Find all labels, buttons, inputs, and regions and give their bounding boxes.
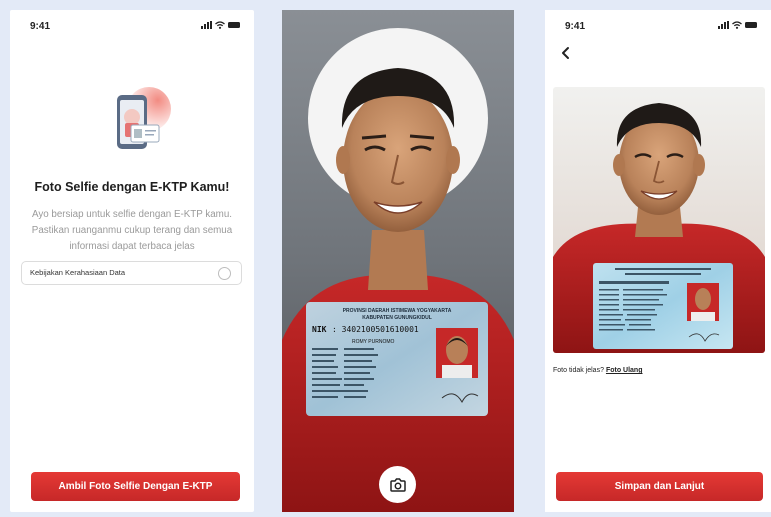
- retake-link[interactable]: Foto Ulang: [606, 367, 643, 374]
- card-name: ROMY PURNOMO: [352, 339, 395, 345]
- save-continue-button[interactable]: Simpan dan Lanjut: [556, 472, 763, 501]
- instruction-text: Ayo bersiap untuk selfie dengan E-KTP ka…: [31, 209, 233, 252]
- card-nik: : 3402100501610001: [332, 325, 419, 334]
- status-time: 9:41: [565, 21, 586, 32]
- captured-selfie-photo: [553, 87, 765, 353]
- status-icons: [201, 21, 240, 29]
- take-selfie-button[interactable]: Ambil Foto Selfie Dengan E-KTP: [31, 472, 240, 501]
- battery-icon: [745, 22, 757, 28]
- confirm-screen: 9:41 Foto tidak jelas? Foto Ulang Simpan…: [545, 10, 771, 512]
- camera-viewfinder: PROVINSI DAERAH ISTIMEWA YOGYAKARTA KABU…: [282, 10, 514, 512]
- selfie-ktp-illustration: [117, 87, 171, 149]
- cellular-signal-icon: [718, 21, 729, 29]
- intro-screen: 9:41 Foto Selfie dengan E-KTP Kamu! Ayo …: [10, 10, 254, 512]
- cellular-signal-icon: [201, 21, 212, 29]
- battery-icon: [228, 22, 240, 28]
- shutter-button[interactable]: [379, 466, 416, 503]
- camera-icon: [389, 477, 406, 492]
- camera-screen: PROVINSI DAERAH ISTIMEWA YOGYAKARTA KABU…: [282, 10, 514, 512]
- card-regency: KABUPATEN GUNUNGKIDUL: [362, 315, 432, 321]
- privacy-policy-label: Kebijakan Kerahasiaan Data: [30, 268, 126, 277]
- retake-prompt: Foto tidak jelas? Foto Ulang: [553, 367, 643, 374]
- card-nik-label: NIK: [312, 325, 327, 334]
- status-icons: [718, 21, 757, 29]
- status-bar: 9:41: [10, 10, 254, 40]
- privacy-policy-radio[interactable]: [218, 267, 231, 280]
- retake-question: Foto tidak jelas?: [553, 367, 604, 374]
- wifi-icon: [732, 21, 742, 29]
- back-chevron-icon[interactable]: [559, 46, 573, 60]
- page-title: Foto Selfie dengan E-KTP Kamu!: [34, 180, 230, 194]
- wifi-icon: [215, 21, 225, 29]
- status-bar: 9:41: [545, 10, 771, 40]
- privacy-policy-option[interactable]: Kebijakan Kerahasiaan Data: [21, 261, 242, 285]
- card-province: PROVINSI DAERAH ISTIMEWA YOGYAKARTA: [343, 308, 452, 314]
- status-time: 9:41: [30, 21, 51, 32]
